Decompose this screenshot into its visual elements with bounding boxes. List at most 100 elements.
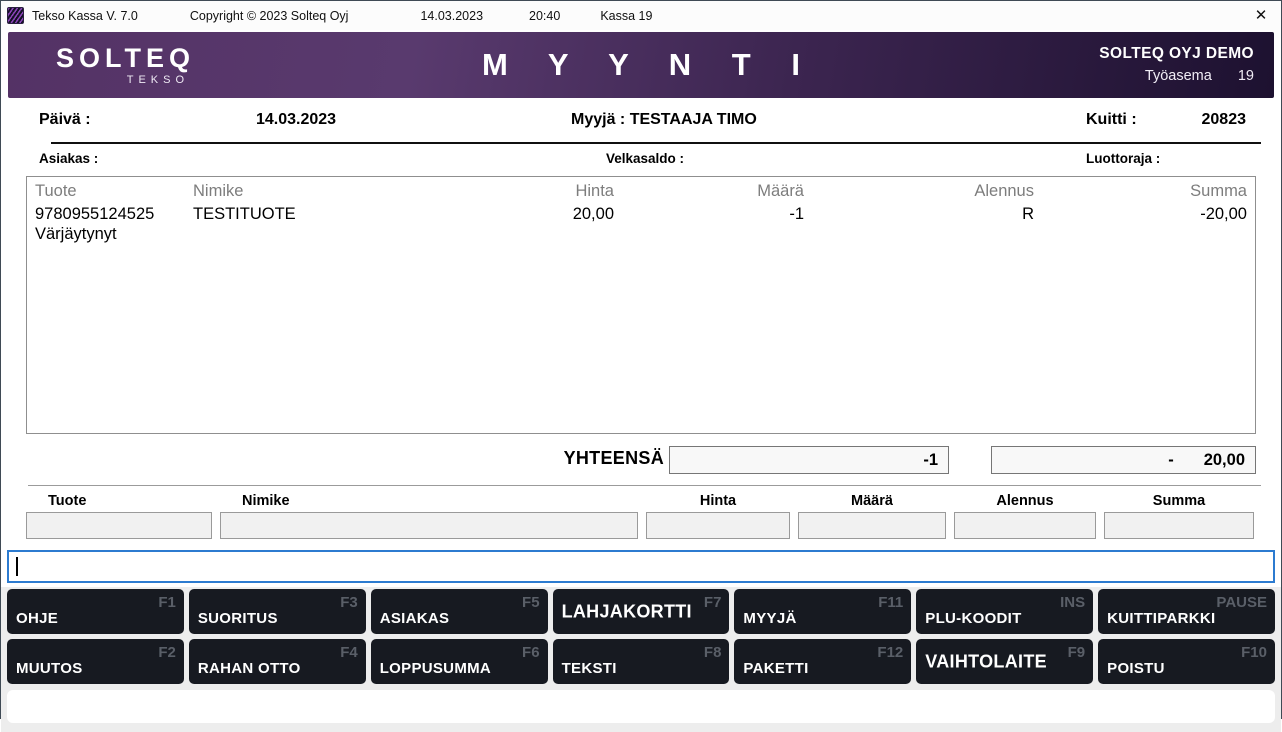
button-row-1: OHJE F1 SUORITUS F3 ASIAKAS F5 LAHJAKORT… xyxy=(7,589,1275,634)
total-amount-value: 20,00 xyxy=(1204,451,1245,470)
fkey-label: F5 xyxy=(522,594,540,611)
price-input[interactable] xyxy=(646,512,790,539)
item-row-total: -20,00 xyxy=(1042,202,1255,225)
fkey-label: F2 xyxy=(158,644,176,661)
app-icon xyxy=(7,7,24,24)
page-title: M Y Y N T I xyxy=(466,47,816,83)
titlebar-register: Kassa 19 xyxy=(600,9,652,23)
date-label: Päivä : xyxy=(39,111,91,129)
customer-label: Asiakas : xyxy=(39,151,98,166)
item-row-product-code[interactable]: 9780955124525 xyxy=(27,202,185,225)
app-title: Tekso Kassa V. 7.0 xyxy=(32,9,138,23)
fkey-label: PAUSE xyxy=(1216,594,1267,611)
fkey-label: F12 xyxy=(877,644,903,661)
entry-label-alennus: Alennus xyxy=(954,490,1096,509)
fkey-label: F4 xyxy=(340,644,358,661)
totals-label: YHTEENSÄ xyxy=(549,448,664,469)
fkey-label: INS xyxy=(1060,594,1085,611)
workstation-label: Työasema xyxy=(1145,68,1212,84)
receipt-label: Kuitti : xyxy=(1086,111,1137,129)
copyright-text: Copyright © 2023 Solteq Oyj xyxy=(190,9,349,23)
logo-sub-text: TEKSO xyxy=(56,75,195,86)
app-header: SOLTEQ TEKSO M Y Y N T I SOLTEQ OYJ DEMO… xyxy=(8,32,1274,98)
col-header-maara: Määrä xyxy=(622,177,812,202)
customer-info-row: Asiakas : Velkasaldo : Luottoraja : xyxy=(1,151,1281,169)
button-loppusumma[interactable]: LOPPUSUMMA F6 xyxy=(371,639,548,684)
total-quantity-box: -1 xyxy=(669,446,949,474)
entry-label-nimike: Nimike xyxy=(220,490,638,509)
discount-input[interactable] xyxy=(954,512,1096,539)
button-asiakas[interactable]: ASIAKAS F5 xyxy=(371,589,548,634)
total-amount-box: - 20,00 xyxy=(991,446,1256,474)
entry-label-hinta: Hinta xyxy=(646,490,790,509)
button-plu-koodit[interactable]: PLU-KOODIT INS xyxy=(916,589,1093,634)
product-code-input[interactable] xyxy=(26,512,212,539)
entry-fields: Tuote Nimike Hinta Määrä Alennus Summa xyxy=(26,490,1254,539)
button-paketti[interactable]: PAKETTI F12 xyxy=(734,639,911,684)
entry-label-maara: Määrä xyxy=(798,490,946,509)
credit-limit-label: Luottoraja : xyxy=(1086,151,1160,166)
col-header-summa: Summa xyxy=(1042,177,1255,202)
logo-main-text: SOLTEQ xyxy=(56,45,195,72)
fkey-label: F3 xyxy=(340,594,358,611)
button-poistu[interactable]: POISTU F10 xyxy=(1098,639,1275,684)
total-quantity-value: -1 xyxy=(923,451,938,470)
sale-info-row: Päivä : 14.03.2023 Myyjä : TESTAAJA TIMO… xyxy=(1,111,1281,133)
col-header-nimike: Nimike xyxy=(185,177,457,202)
entry-label-summa: Summa xyxy=(1104,490,1254,509)
button-vaihtolaite[interactable]: VAIHTOLAITE F9 xyxy=(916,639,1093,684)
workstation-info: Työasema 19 xyxy=(1099,66,1254,87)
fkey-label: F10 xyxy=(1241,644,1267,661)
item-row-price: 20,00 xyxy=(457,202,622,225)
function-key-area: OHJE F1 SUORITUS F3 ASIAKAS F5 LAHJAKORT… xyxy=(1,587,1281,732)
titlebar-time: 20:40 xyxy=(529,9,560,23)
button-lahjakortti[interactable]: LAHJAKORTTI F7 xyxy=(553,589,730,634)
fkey-label: F1 xyxy=(158,594,176,611)
item-row-name: TESTITUOTE xyxy=(185,202,457,225)
button-myyja[interactable]: MYYJÄ F11 xyxy=(734,589,911,634)
col-header-hinta: Hinta xyxy=(457,177,622,202)
close-icon: ✕ xyxy=(1255,6,1268,24)
debt-balance-label: Velkasaldo : xyxy=(606,151,684,166)
pos-window: { "titlebar": { "app_title": "Tekso Kass… xyxy=(0,0,1282,719)
seller-label: Myyjä : TESTAAJA TIMO xyxy=(571,111,757,129)
button-kuittiparkki[interactable]: KUITTIPARKKI PAUSE xyxy=(1098,589,1275,634)
fkey-label: F6 xyxy=(522,644,540,661)
command-input-wrap xyxy=(7,550,1275,583)
button-teksti[interactable]: TEKSTI F8 xyxy=(553,639,730,684)
titlebar: Tekso Kassa V. 7.0 Copyright © 2023 Solt… xyxy=(1,1,1281,30)
date-value: 14.03.2023 xyxy=(256,111,336,129)
fkey-label: F8 xyxy=(704,644,722,661)
info-separator xyxy=(51,142,1261,144)
fkey-label: F11 xyxy=(878,594,903,611)
totals-row: YHTEENSÄ -1 - 20,00 xyxy=(1,441,1281,479)
product-name-input[interactable] xyxy=(220,512,638,539)
company-name: SOLTEQ OYJ DEMO xyxy=(1099,43,1254,65)
button-row-2: MUUTOS F2 RAHAN OTTO F4 LOPPUSUMMA F6 TE… xyxy=(7,639,1275,684)
receipt-number: 20823 xyxy=(1156,111,1246,129)
close-button[interactable]: ✕ xyxy=(1249,4,1273,26)
entry-separator xyxy=(28,485,1261,486)
button-ohje[interactable]: OHJE F1 xyxy=(7,589,184,634)
workstation-value: 19 xyxy=(1238,68,1254,84)
quantity-input[interactable] xyxy=(798,512,946,539)
button-muutos[interactable]: MUUTOS F2 xyxy=(7,639,184,684)
item-row-quantity: -1 xyxy=(622,202,812,225)
entry-label-tuote: Tuote xyxy=(26,490,212,509)
sum-input[interactable] xyxy=(1104,512,1254,539)
fkey-label: F7 xyxy=(704,594,722,611)
col-header-alennus: Alennus xyxy=(812,177,1042,202)
item-row-discount: R xyxy=(812,202,1042,225)
text-caret xyxy=(16,557,18,576)
item-row-note: Värjäytynyt xyxy=(27,225,1255,246)
solteq-logo: SOLTEQ TEKSO xyxy=(56,45,195,86)
status-bar xyxy=(7,690,1275,723)
header-right-block: SOLTEQ OYJ DEMO Työasema 19 xyxy=(1099,43,1254,86)
button-rahan-otto[interactable]: RAHAN OTTO F4 xyxy=(189,639,366,684)
button-suoritus[interactable]: SUORITUS F3 xyxy=(189,589,366,634)
total-amount-sign: - xyxy=(1168,451,1174,470)
items-table: Tuote Nimike Hinta Määrä Alennus Summa 9… xyxy=(26,176,1256,434)
titlebar-date: 14.03.2023 xyxy=(420,9,483,23)
command-input[interactable] xyxy=(7,550,1275,583)
fkey-label: F9 xyxy=(1068,644,1086,661)
